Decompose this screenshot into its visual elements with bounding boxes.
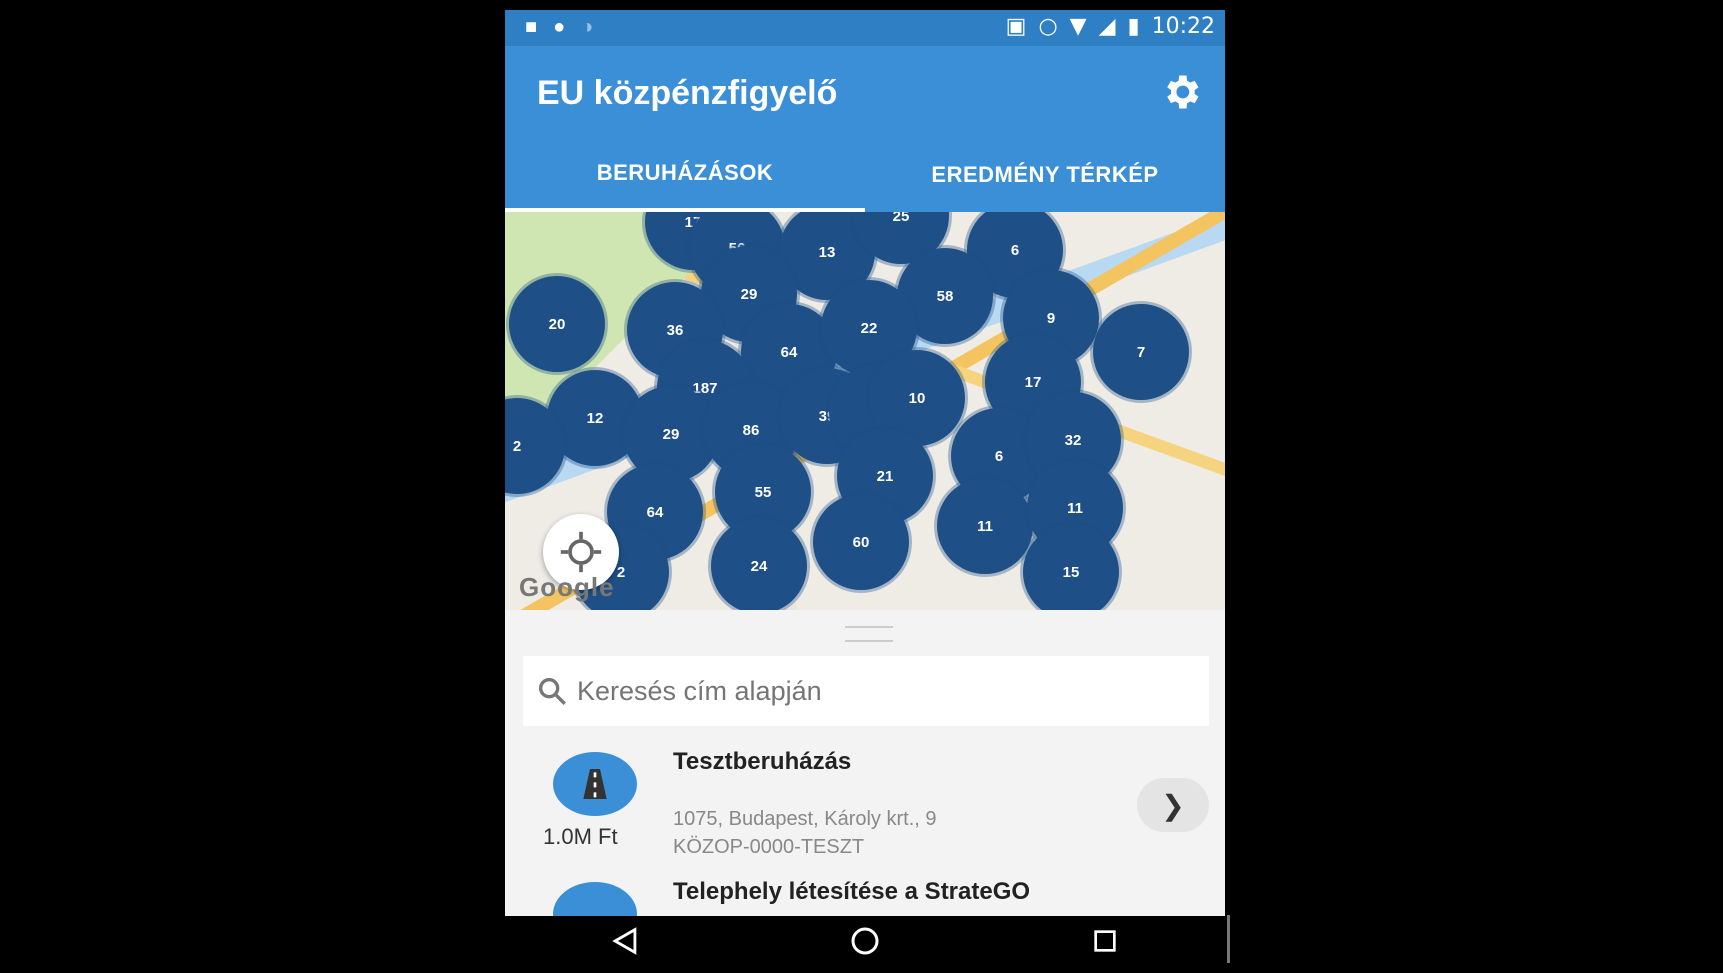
recents-button[interactable] — [1085, 921, 1125, 961]
locate-icon — [560, 531, 602, 573]
list-item[interactable]: Telephely létesítése a StrateGO — [505, 862, 1225, 916]
android-icon: ● — [553, 16, 566, 38]
bottom-sheet: 1.0M Ft Tesztberuházás 1075, Budapest, K… — [505, 610, 1225, 916]
signal-off-icon: ◑ — [581, 16, 594, 38]
cast-icon: ▣ — [1005, 14, 1027, 39]
item-title: Tesztberuházás — [673, 748, 852, 775]
recents-icon — [1094, 929, 1116, 952]
map-view[interactable]: 1756132562958203664229718717122986394106… — [505, 212, 1225, 610]
item-price: 1.0M Ft — [543, 824, 618, 849]
vibrate-icon: ○ — [1038, 14, 1058, 39]
status-icons: ▣ ○ ▼ ◢ ▮ 10:22 — [1006, 14, 1215, 39]
wifi-icon: ▼ — [1069, 14, 1087, 39]
phone-screen: ■ ● ◑ ▣ ○ ▼ ◢ ▮ 10:22 EU közpénzfigyelő … — [505, 10, 1225, 965]
frame-divider — [1227, 915, 1230, 963]
cell-signal-icon: ◢ — [1098, 14, 1116, 39]
notification-icons: ■ ● ◑ — [525, 16, 593, 39]
home-button[interactable] — [845, 921, 885, 961]
gear-icon[interactable] — [1159, 70, 1203, 114]
tab-eredmeny-terkep[interactable]: EREDMÉNY TÉRKÉP — [865, 138, 1225, 212]
road-icon — [553, 752, 637, 816]
battery-icon: ▮ — [1127, 14, 1140, 39]
item-title: Telephely létesítése a StrateGO — [673, 878, 1031, 905]
app-bar: EU közpénzfigyelő — [505, 46, 1225, 138]
list-item[interactable]: 1.0M Ft Tesztberuházás 1075, Budapest, K… — [505, 732, 1225, 862]
tab-bar: BERUHÁZÁSOK EREDMÉNY TÉRKÉP — [505, 138, 1225, 212]
search-icon — [538, 677, 566, 705]
building-icon — [553, 882, 637, 916]
chevron-right-icon[interactable]: ❯ — [1137, 778, 1209, 832]
app-title: EU közpénzfigyelő — [537, 74, 838, 112]
map-cluster-marker[interactable]: 11 — [937, 478, 1033, 574]
status-bar: ■ ● ◑ ▣ ○ ▼ ◢ ▮ 10:22 — [505, 10, 1225, 46]
home-icon — [851, 927, 879, 954]
drag-handle[interactable] — [845, 626, 893, 642]
tab-beruhazasok[interactable]: BERUHÁZÁSOK — [505, 138, 865, 212]
search-bar[interactable] — [523, 656, 1209, 726]
search-input[interactable] — [575, 674, 1179, 708]
back-icon — [612, 926, 637, 955]
system-nav-bar — [505, 916, 1225, 965]
map-cluster-marker[interactable]: 60 — [813, 494, 909, 590]
status-time: 10:22 — [1151, 14, 1215, 39]
map-cluster-marker[interactable]: 24 — [711, 518, 807, 610]
map-cluster-marker[interactable]: 15 — [1023, 524, 1119, 610]
map-cluster-marker[interactable]: 7 — [1093, 304, 1189, 400]
item-address: 1075, Budapest, Károly krt., 9 — [673, 808, 937, 830]
item-code: KÖZOP-0000-TESZT — [673, 836, 865, 858]
google-watermark: Google — [519, 572, 615, 602]
map-cluster-marker[interactable]: 20 — [509, 276, 605, 372]
video-icon: ■ — [525, 16, 538, 38]
back-button[interactable] — [605, 921, 645, 961]
